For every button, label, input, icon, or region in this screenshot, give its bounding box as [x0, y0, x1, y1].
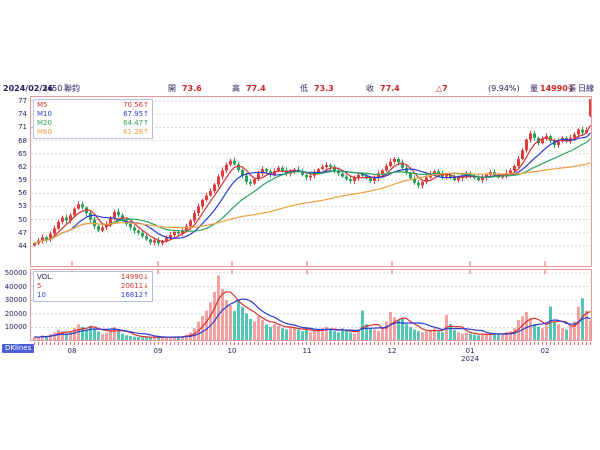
- volume-legend-row: VOL. 14990↓: [37, 273, 149, 282]
- price-tick-label: 50: [1, 215, 27, 225]
- month-label: 08: [60, 347, 84, 355]
- month-label: 09: [146, 347, 170, 355]
- price-tick-label: 71: [1, 122, 27, 132]
- ma-legend-row: M5 70.56↑: [37, 101, 149, 110]
- ma-label: M60: [37, 128, 52, 137]
- volume-label: 量: [530, 84, 538, 94]
- volume-tick-label: 40000: [1, 282, 27, 292]
- change-value: △7: [436, 84, 448, 94]
- volume-legend-value: 14990↓: [121, 273, 149, 282]
- volume-unit: 張: [568, 84, 576, 94]
- ma-value: 61.26↑: [123, 128, 149, 137]
- volume-legend-value: 20611↓: [121, 282, 149, 291]
- ma-value: 70.56↑: [123, 101, 149, 110]
- low-label: 低: [300, 84, 308, 94]
- volume-legend-label: VOL.: [37, 273, 53, 282]
- volume-legend-value: 16812↑: [121, 291, 149, 300]
- price-tick-label: 56: [1, 188, 27, 198]
- close-value: 77.4: [380, 84, 400, 94]
- volume-legend-label: 5: [37, 282, 41, 291]
- volume-tick-label: 50000: [1, 268, 27, 278]
- volume-tick-label: 30000: [1, 295, 27, 305]
- low-value: 73.3: [314, 84, 334, 94]
- open-value: 73.6: [182, 84, 202, 94]
- ma-legend-row: M20 64.47↑: [37, 119, 149, 128]
- period-selector[interactable]: 日線: [578, 84, 594, 94]
- volume-legend-row: 10 16812↑: [37, 291, 149, 300]
- price-tick-label: 74: [1, 109, 27, 119]
- chart-mode-badge[interactable]: DKlines: [2, 344, 34, 353]
- volume-tick-label: 10000: [1, 322, 27, 332]
- month-label: 10: [220, 347, 244, 355]
- price-tick-label: 44: [1, 241, 27, 251]
- ma-legend: M5 70.56↑ M10 67.95↑ M20 64.47↑ M60 61.26↑: [33, 99, 153, 139]
- price-tick-label: 65: [1, 149, 27, 159]
- high-label: 高: [232, 84, 240, 94]
- price-tick-label: 53: [1, 201, 27, 211]
- ma-label: M20: [37, 119, 52, 128]
- year-label: 2024: [458, 355, 482, 363]
- price-tick-label: 47: [1, 228, 27, 238]
- ma-label: M10: [37, 110, 52, 119]
- ma-label: M5: [37, 101, 48, 110]
- price-tick-label: 62: [1, 162, 27, 172]
- ma-value: 64.47↑: [123, 119, 149, 128]
- month-label: 12: [380, 347, 404, 355]
- stock-chart-app: 2024/02/26 3450 聯鈞 開 73.6 高 77.4 低 73.3 …: [0, 0, 600, 450]
- stock-name: 聯鈞: [64, 84, 80, 94]
- ma-legend-row: M60 61.26↑: [37, 128, 149, 137]
- ma-value: 67.95↑: [123, 110, 149, 119]
- month-label: 02: [533, 347, 557, 355]
- volume-legend-label: 10: [37, 291, 46, 300]
- price-tick-label: 68: [1, 136, 27, 146]
- volume-legend: VOL. 14990↓ 5 20611↓ 10 16812↑: [33, 271, 153, 302]
- close-label: 收: [366, 84, 374, 94]
- open-label: 開: [168, 84, 176, 94]
- month-label: 01: [458, 347, 482, 355]
- price-tick-label: 77: [1, 96, 27, 106]
- stock-code: 3450: [42, 84, 62, 94]
- high-value: 77.4: [246, 84, 266, 94]
- month-label: 11: [295, 347, 319, 355]
- volume-tick-label: 20000: [1, 309, 27, 319]
- change-pct: (9.94%): [488, 84, 520, 94]
- volume-legend-row: 5 20611↓: [37, 282, 149, 291]
- ma-legend-row: M10 67.95↑: [37, 110, 149, 119]
- price-tick-label: 59: [1, 175, 27, 185]
